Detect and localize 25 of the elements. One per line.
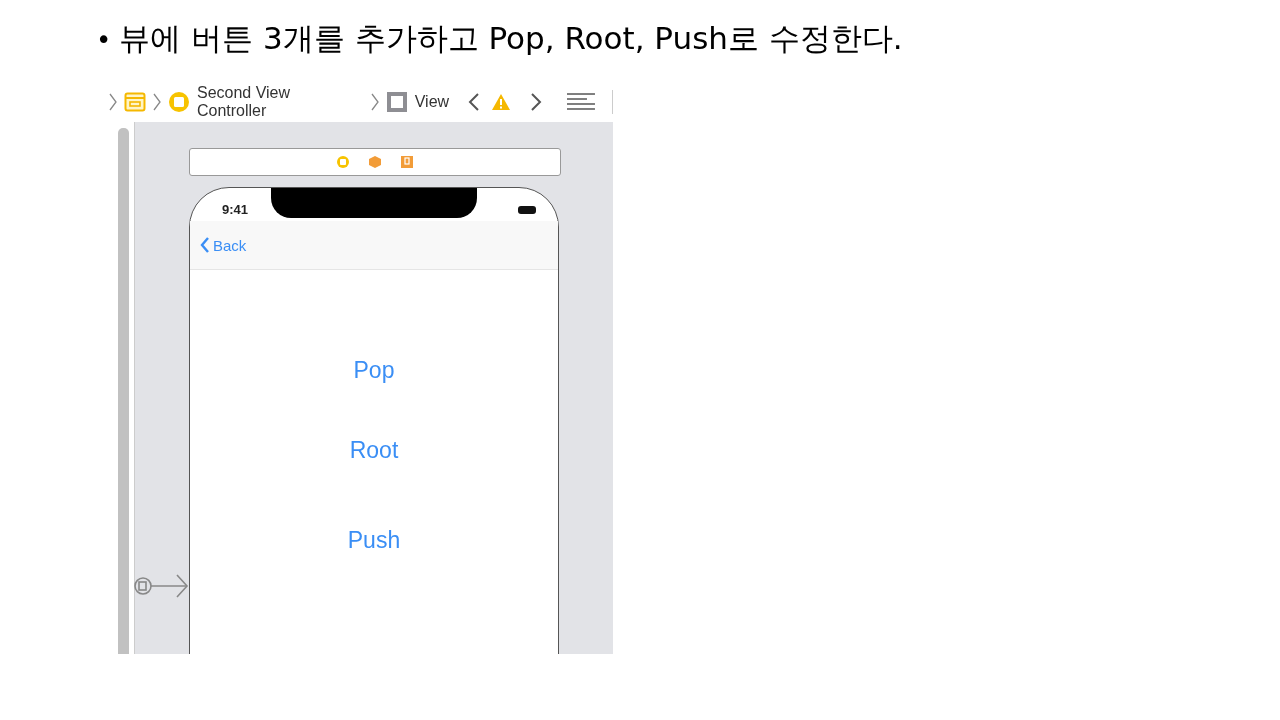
breadcrumb-item[interactable]: View [385,91,450,113]
back-button[interactable]: Back [200,236,247,254]
chevron-icon [370,92,379,112]
instruction-text: 뷰에 버튼 3개를 추가하고 Pop, Root, Push로 수정한다. [119,19,903,58]
bullet: • [96,25,112,55]
breadcrumb-item[interactable]: Second View Controller [168,84,364,120]
view-icon [385,91,408,113]
scrollbar[interactable] [118,128,129,654]
warning-icon[interactable] [491,93,512,111]
text-button[interactable]: Pop [353,350,395,390]
chevron-icon [109,92,117,112]
view-controller-icon[interactable] [336,155,350,169]
text-button[interactable]: Root [349,430,399,470]
exit-icon[interactable] [400,155,414,169]
text-button[interactable]: Push [347,520,401,560]
cube-icon[interactable] [368,155,382,169]
battery-icon [518,205,536,214]
status-time: 9:41 [222,202,249,217]
chevron-icon [153,92,161,112]
breadcrumb-label: View [414,93,450,111]
view-controller-icon [168,91,190,113]
text-align-icon[interactable] [567,92,595,112]
breadcrumb-label: Second View Controller [196,84,292,120]
storyboard-icon[interactable] [124,91,146,113]
chevron-icon [200,236,210,254]
